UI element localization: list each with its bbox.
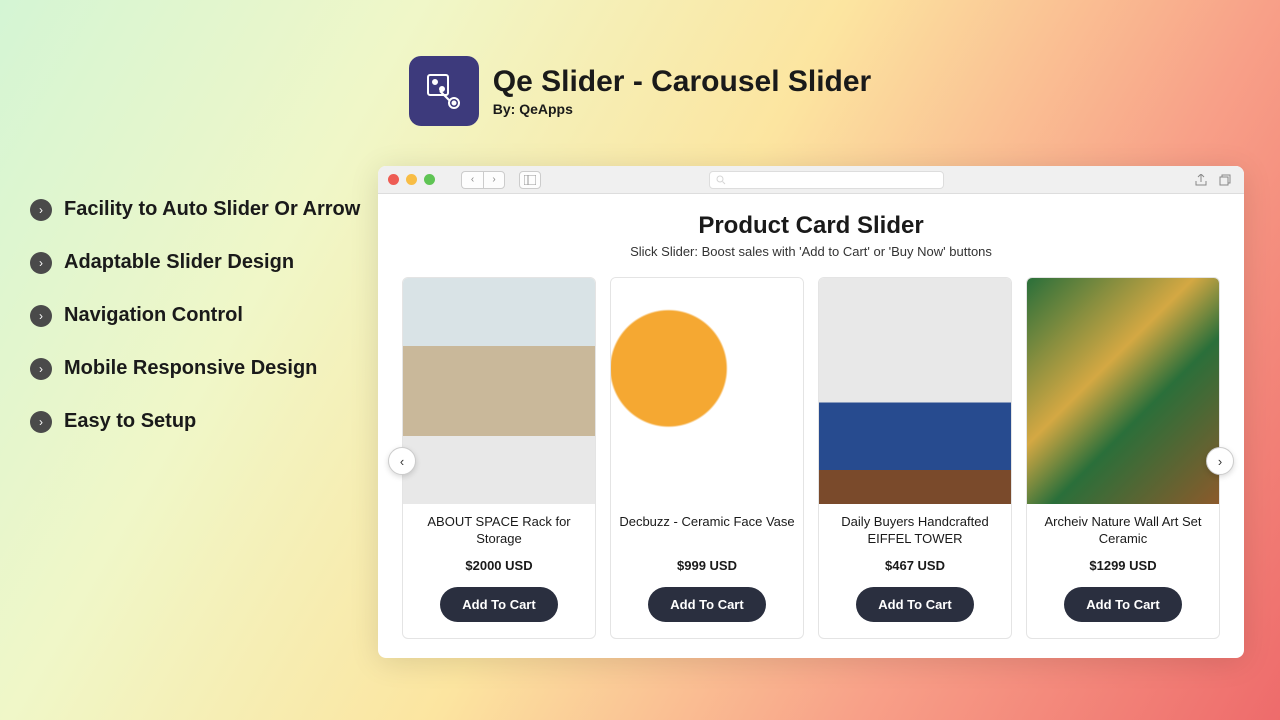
feature-text: Navigation Control <box>64 304 243 327</box>
browser-window: ‹ › Product Card Slider Slick Slider: Bo… <box>378 166 1244 658</box>
app-title: Qe Slider - Carousel Slider <box>493 65 871 99</box>
chevron-right-icon: › <box>30 305 52 327</box>
product-price: $2000 USD <box>465 558 532 573</box>
product-image <box>611 278 803 504</box>
feature-item: › Adaptable Slider Design <box>30 251 360 274</box>
product-card: ABOUT SPACE Rack for Storage $2000 USD A… <box>402 277 596 639</box>
product-title: ABOUT SPACE Rack for Storage <box>411 514 587 548</box>
sidebar-toggle-icon[interactable] <box>519 171 541 189</box>
app-subtitle: By: QeApps <box>493 101 871 117</box>
add-to-cart-button[interactable]: Add To Cart <box>648 587 765 622</box>
chevron-right-icon: › <box>30 199 52 221</box>
product-card: Decbuzz - Ceramic Face Vase $999 USD Add… <box>610 277 804 639</box>
browser-content: Product Card Slider Slick Slider: Boost … <box>378 194 1244 658</box>
url-bar[interactable] <box>709 171 944 189</box>
product-card: Archeiv Nature Wall Art Set Ceramic $129… <box>1026 277 1220 639</box>
chevron-right-icon: › <box>30 411 52 433</box>
feature-item: › Easy to Setup <box>30 410 360 433</box>
feature-list: › Facility to Auto Slider Or Arrow › Ada… <box>30 198 360 433</box>
product-image <box>1027 278 1219 504</box>
slider-next-button[interactable]: › <box>1206 447 1234 475</box>
chevron-right-icon: › <box>30 358 52 380</box>
close-icon[interactable] <box>388 174 399 185</box>
product-image <box>403 278 595 504</box>
feature-item: › Facility to Auto Slider Or Arrow <box>30 198 360 221</box>
slider-subtitle: Slick Slider: Boost sales with 'Add to C… <box>400 244 1222 259</box>
product-card: Daily Buyers Handcrafted EIFFEL TOWER $4… <box>818 277 1012 639</box>
feature-item: › Navigation Control <box>30 304 360 327</box>
traffic-lights <box>388 174 435 185</box>
slider-prev-button[interactable]: ‹ <box>388 447 416 475</box>
product-title: Archeiv Nature Wall Art Set Ceramic <box>1035 514 1211 548</box>
feature-text: Facility to Auto Slider Or Arrow <box>64 198 360 221</box>
browser-toolbar: ‹ › <box>378 166 1244 194</box>
add-to-cart-button[interactable]: Add To Cart <box>1064 587 1181 622</box>
chevron-right-icon: › <box>30 252 52 274</box>
maximize-icon[interactable] <box>424 174 435 185</box>
product-image <box>819 278 1011 504</box>
slider: ‹ › ABOUT SPACE Rack for Storage $2000 U… <box>400 277 1222 639</box>
product-price: $999 USD <box>677 558 737 573</box>
nav-arrows: ‹ › <box>461 171 505 189</box>
product-price: $1299 USD <box>1089 558 1156 573</box>
product-title: Daily Buyers Handcrafted EIFFEL TOWER <box>827 514 1003 548</box>
feature-item: › Mobile Responsive Design <box>30 357 360 380</box>
feature-text: Easy to Setup <box>64 410 196 433</box>
slider-title: Product Card Slider <box>400 212 1222 240</box>
forward-button[interactable]: › <box>483 171 505 189</box>
product-title: Decbuzz - Ceramic Face Vase <box>619 514 794 548</box>
add-to-cart-button[interactable]: Add To Cart <box>440 587 557 622</box>
back-button[interactable]: ‹ <box>461 171 483 189</box>
app-icon <box>409 56 479 126</box>
product-price: $467 USD <box>885 558 945 573</box>
feature-text: Mobile Responsive Design <box>64 357 317 380</box>
minimize-icon[interactable] <box>406 174 417 185</box>
app-header: Qe Slider - Carousel Slider By: QeApps <box>0 0 1280 126</box>
product-cards: ABOUT SPACE Rack for Storage $2000 USD A… <box>400 277 1222 639</box>
share-icon[interactable] <box>1192 171 1210 189</box>
tabs-icon[interactable] <box>1216 171 1234 189</box>
feature-text: Adaptable Slider Design <box>64 251 294 274</box>
add-to-cart-button[interactable]: Add To Cart <box>856 587 973 622</box>
